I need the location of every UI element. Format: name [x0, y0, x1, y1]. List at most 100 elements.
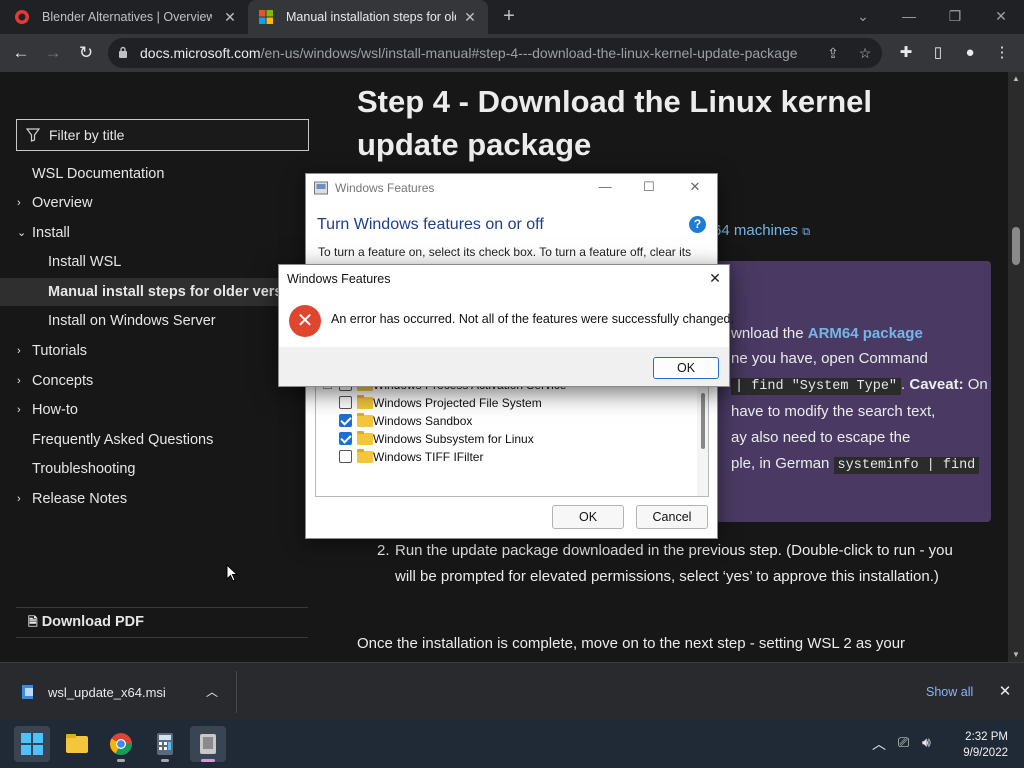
error-dialog: Windows Features ✕ ✕ An error has occurr…: [278, 264, 734, 387]
address-bar[interactable]: docs.microsoft.com/en-us/windows/wsl/ins…: [108, 38, 882, 68]
folder-icon: [357, 449, 373, 463]
forward-icon[interactable]: →: [42, 42, 64, 64]
scroll-thumb[interactable]: [1012, 227, 1020, 265]
tab-title: Blender Alternatives | Overview A: [42, 10, 212, 24]
sidebar-item[interactable]: WSL Documentation: [0, 160, 308, 188]
close-icon[interactable]: ✕: [687, 179, 703, 195]
callout-line: have to modify the search text,: [731, 403, 936, 420]
filter-input[interactable]: Filter by title: [16, 119, 309, 151]
sidebar-item[interactable]: Frequently Asked Questions: [0, 426, 308, 454]
installer-button[interactable]: [190, 726, 226, 762]
chevron-icon: ›: [17, 404, 21, 416]
callout-line: wnload the ARM64 package: [731, 325, 923, 342]
ok-button[interactable]: OK: [552, 505, 624, 529]
side-panel-icon[interactable]: ▯: [928, 43, 948, 63]
menu-icon[interactable]: ⋮: [992, 43, 1012, 63]
minimize-icon[interactable]: —: [597, 179, 613, 195]
scroll-down-icon[interactable]: ▼: [1011, 650, 1021, 659]
sidebar-item-label: Install on Windows Server: [48, 313, 216, 329]
arm64-package-link[interactable]: ARM64 package: [808, 325, 923, 342]
sidebar-item[interactable]: › Tutorials: [0, 337, 308, 365]
download-filename[interactable]: wsl_update_x64.msi: [48, 685, 166, 700]
feature-checkbox[interactable]: [339, 450, 352, 463]
scroll-thumb[interactable]: [701, 393, 705, 449]
feature-label: Windows Subsystem for Linux: [373, 432, 534, 446]
close-icon[interactable]: ✕: [707, 270, 723, 286]
help-icon[interactable]: ?: [689, 216, 706, 233]
chevron-up-icon[interactable]: ︿: [206, 683, 220, 700]
download-pdf-link[interactable]: 🗎 Download PDF: [28, 613, 144, 634]
sidebar-item-label: How-to: [32, 402, 78, 418]
feature-checkbox[interactable]: [339, 396, 352, 409]
close-window-icon[interactable]: ✕: [990, 5, 1012, 27]
reload-icon[interactable]: ↻: [75, 42, 97, 64]
maximize-icon[interactable]: ☐: [641, 179, 657, 195]
feature-checkbox[interactable]: [339, 414, 352, 427]
start-button[interactable]: [14, 726, 50, 762]
download-bar: wsl_update_x64.msi ︿ Show all ✕: [0, 662, 1024, 720]
callout-line: ne you have, open Command: [731, 350, 928, 367]
feature-row: Windows Projected File System: [316, 394, 696, 412]
minimize-icon[interactable]: —: [898, 5, 920, 27]
restore-icon[interactable]: ❐: [944, 5, 966, 27]
new-tab-icon[interactable]: +: [498, 5, 520, 27]
chrome-icon: [110, 733, 132, 755]
sidebar-item-label: Troubleshooting: [32, 461, 136, 477]
sidebar-item[interactable]: › How-to: [0, 396, 308, 424]
sidebar-item[interactable]: ⌄ Install: [0, 219, 308, 247]
folder-icon: [357, 431, 373, 445]
sidebar-item[interactable]: Install on Windows Server: [0, 307, 308, 335]
clock[interactable]: 2:32 PM 9/9/2022: [944, 729, 1008, 761]
bookmark-star-icon[interactable]: ☆: [856, 44, 874, 62]
close-icon[interactable]: ✕: [996, 682, 1014, 700]
sidebar-item-label: Overview: [32, 195, 93, 211]
extensions-icon[interactable]: ✚: [896, 43, 916, 63]
mouse-cursor-icon: [226, 564, 238, 582]
feature-checkbox[interactable]: [339, 432, 352, 445]
page-scrollbar[interactable]: ▲ ▼: [1008, 72, 1024, 662]
lock-icon: [119, 46, 127, 58]
volume-icon[interactable]: 🔊︎: [922, 734, 931, 751]
show-all-link[interactable]: Show all: [926, 685, 973, 699]
tab-close-icon[interactable]: ✕: [222, 9, 238, 25]
error-message: An error has occurred. Not all of the fe…: [331, 312, 734, 326]
calculator-button[interactable]: [147, 726, 183, 762]
cancel-button[interactable]: Cancel: [636, 505, 708, 529]
ok-button[interactable]: OK: [653, 357, 719, 379]
sidebar-item-label: Frequently Asked Questions: [32, 432, 214, 448]
sidebar-item[interactable]: Install WSL: [0, 248, 308, 276]
tab-blender-alternatives[interactable]: Blender Alternatives | Overview A ✕: [0, 0, 248, 34]
arm64-machines-link[interactable]: 64 machines ⧉: [713, 222, 810, 239]
site-favicon-icon: [15, 10, 29, 24]
dialog-footer: OK: [279, 347, 729, 386]
chrome-button[interactable]: [103, 726, 139, 762]
chevron-icon: ⌄: [17, 227, 27, 239]
show-hidden-icons-icon[interactable]: ︿: [872, 734, 886, 754]
dialog-heading: Turn Windows features on or off: [317, 216, 544, 233]
sidebar-item-label: Manual install steps for older versions: [48, 284, 308, 300]
scroll-up-icon[interactable]: ▲: [1011, 74, 1021, 83]
sidebar-item[interactable]: Troubleshooting: [0, 455, 308, 483]
tab-manual-install[interactable]: Manual installation steps for olde ✕: [248, 0, 488, 34]
back-icon[interactable]: ←: [10, 42, 32, 64]
tab-search-icon[interactable]: ⌄: [852, 5, 874, 27]
sidebar-item[interactable]: Manual install steps for older versions: [0, 278, 308, 306]
share-icon[interactable]: ⇪: [824, 44, 842, 62]
network-icon[interactable]: ⎚: [898, 734, 909, 751]
profile-icon[interactable]: ●: [960, 43, 980, 63]
sidebar-item[interactable]: › Release Notes: [0, 485, 308, 513]
feature-row: Windows Subsystem for Linux: [316, 430, 696, 448]
tab-close-icon[interactable]: ✕: [462, 9, 478, 25]
callout-line: | find "System Type". Caveat: On: [731, 376, 988, 395]
callout-line: ple, in German systeminfo | find: [731, 455, 980, 474]
sidebar-item-label: Concepts: [32, 373, 94, 389]
sidebar-item[interactable]: › Concepts: [0, 367, 308, 395]
dialog-titlebar[interactable]: Windows Features — ☐ ✕: [306, 174, 717, 202]
browser-tab-strip: Blender Alternatives | Overview A ✕ Manu…: [0, 0, 1024, 34]
chevron-icon: ›: [17, 493, 21, 505]
installer-icon: [200, 734, 216, 754]
sidebar-item[interactable]: › Overview: [0, 189, 308, 217]
windows-logo-icon: [21, 733, 43, 755]
file-explorer-button[interactable]: [59, 726, 95, 762]
control-panel-icon: [314, 181, 328, 195]
